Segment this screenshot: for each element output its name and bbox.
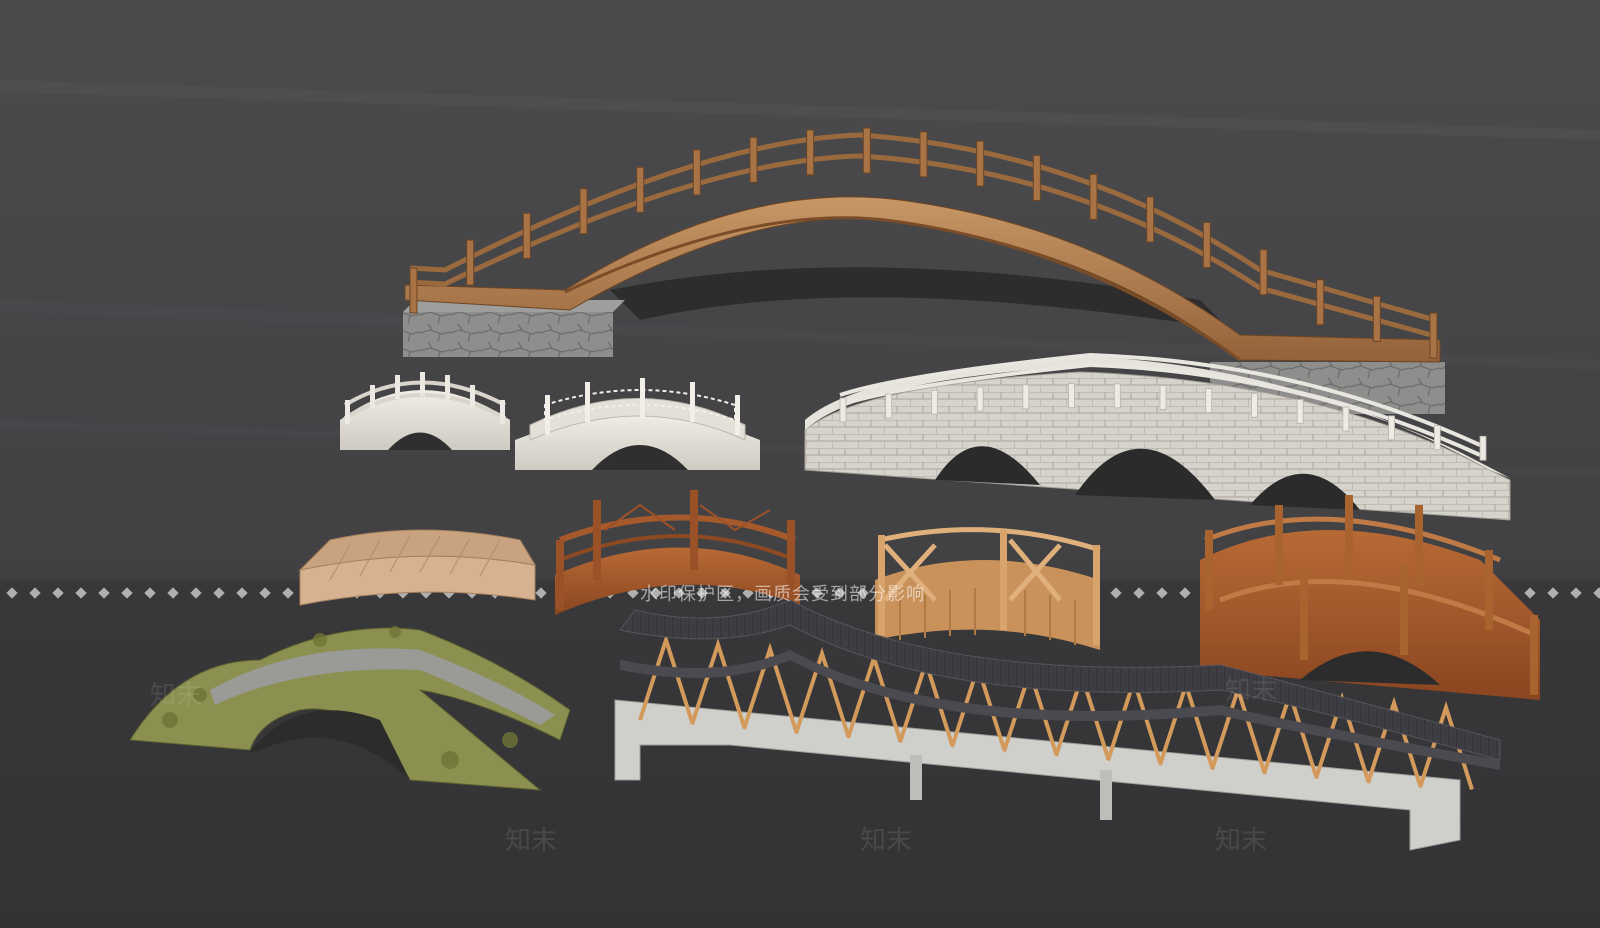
railing-post (839, 397, 847, 423)
railing-post (885, 393, 893, 419)
railing-post (919, 131, 928, 178)
railing-post (522, 212, 531, 259)
railing-post (806, 129, 815, 176)
railing-post (1296, 399, 1304, 424)
railing-post (1316, 279, 1325, 326)
railing-post (1022, 384, 1030, 410)
railing-post (579, 188, 588, 235)
railing-post (976, 140, 985, 187)
bridge-models-scene (0, 0, 1600, 928)
railing-post (1146, 196, 1155, 243)
railing-post (692, 149, 701, 196)
railing-post (1068, 383, 1075, 409)
railing-post (1372, 295, 1381, 342)
railing-post (1113, 383, 1121, 409)
railing-post (1159, 385, 1167, 410)
railing-post (1202, 221, 1211, 268)
railing-post (1479, 435, 1487, 461)
railing-post (1205, 388, 1213, 414)
railing-post (1388, 415, 1395, 441)
railing-post (1429, 312, 1438, 359)
railing-post (466, 239, 475, 286)
railing-post (1251, 392, 1258, 418)
railing-post (1433, 425, 1441, 451)
railing-post (749, 136, 758, 183)
railing-post (862, 127, 871, 174)
railing-post (976, 386, 984, 412)
railing-post (409, 267, 418, 314)
railing-post (1259, 249, 1268, 296)
railing-post (931, 389, 938, 415)
railing-post (636, 166, 645, 213)
railing-post (1342, 406, 1350, 432)
railing-post (1032, 154, 1041, 201)
railing-post (1089, 173, 1098, 220)
